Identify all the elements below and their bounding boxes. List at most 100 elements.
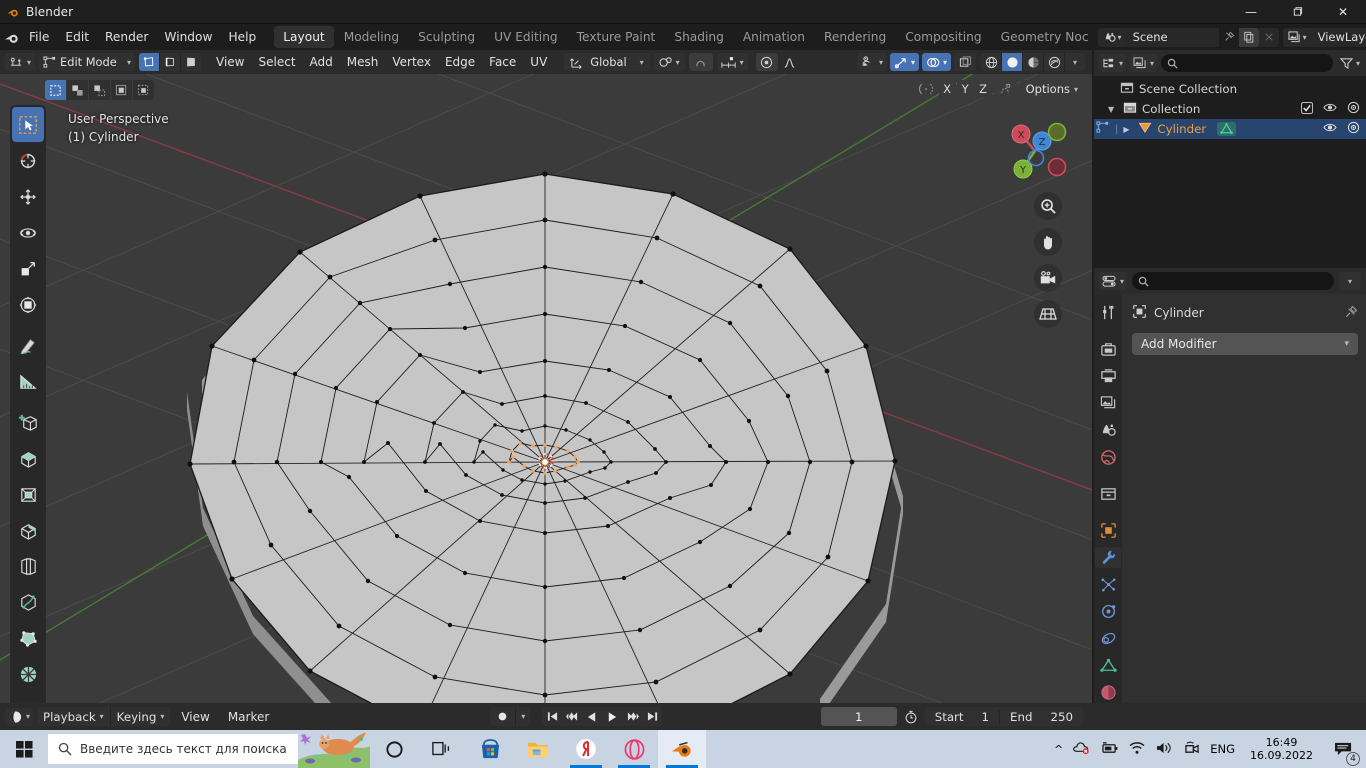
tab-modeling[interactable]: Modeling bbox=[335, 26, 408, 48]
pan-hand-icon[interactable] bbox=[1034, 228, 1062, 256]
wireframe-shading-button[interactable] bbox=[981, 53, 1001, 71]
tab-compositing[interactable]: Compositing bbox=[896, 26, 990, 48]
xray-toggle[interactable] bbox=[954, 53, 976, 71]
wifi-icon[interactable] bbox=[1128, 740, 1146, 759]
cursor-tool[interactable] bbox=[12, 143, 44, 178]
select-intersect-button[interactable] bbox=[133, 80, 154, 100]
knife-tool[interactable] bbox=[12, 585, 44, 620]
material-preview-shading-button[interactable] bbox=[1023, 53, 1043, 71]
ortho-grid-icon[interactable] bbox=[1034, 300, 1062, 328]
scene-icon[interactable]: ▾ bbox=[1097, 27, 1125, 47]
constraints-tab[interactable] bbox=[1095, 628, 1121, 649]
overlays-toggle[interactable]: ▾ bbox=[921, 53, 951, 71]
select-extend-button[interactable] bbox=[67, 80, 88, 100]
symmetry-x-button[interactable]: X bbox=[938, 80, 956, 98]
jump-to-previous-keyframe-button[interactable] bbox=[562, 707, 582, 726]
viewlayer-icon[interactable]: ▾ bbox=[1282, 27, 1310, 47]
snap-magnet-toggle[interactable]: ▾ bbox=[653, 53, 685, 71]
menu-file[interactable]: File bbox=[21, 27, 57, 47]
frame-range-fields[interactable]: Start 1 End 250 bbox=[924, 707, 1083, 726]
shading-point-toggle[interactable] bbox=[755, 53, 778, 71]
end-frame-field[interactable]: End 250 bbox=[999, 709, 1083, 724]
tab-uv-editing[interactable]: UV Editing bbox=[485, 26, 567, 48]
menu-select[interactable]: Select bbox=[252, 53, 303, 71]
editor-type-selector[interactable]: ▾ bbox=[5, 53, 36, 71]
show-hidden-icons-chevron[interactable]: ^ bbox=[1054, 743, 1063, 756]
onedrive-error-icon[interactable] bbox=[1072, 740, 1091, 759]
transform-tool[interactable] bbox=[12, 287, 44, 322]
tab-texture-paint[interactable]: Texture Paint bbox=[568, 26, 665, 48]
scene-name[interactable]: Scene bbox=[1124, 27, 1219, 47]
language-indicator[interactable]: ENG bbox=[1210, 742, 1235, 756]
volume-icon[interactable] bbox=[1155, 740, 1174, 759]
collection-render-camera-icon[interactable] bbox=[1347, 101, 1360, 117]
outliner-search-field[interactable] bbox=[1182, 56, 1328, 70]
vertex-select-mode-button[interactable] bbox=[139, 53, 160, 71]
viewlayer-name[interactable]: ViewLayer bbox=[1309, 27, 1366, 47]
object-render-camera-icon[interactable] bbox=[1347, 121, 1360, 137]
disclosure-triangle-icon[interactable]: ▼ bbox=[1108, 105, 1118, 114]
select-new-button[interactable] bbox=[45, 80, 66, 100]
properties-search-field[interactable] bbox=[1153, 274, 1328, 288]
menu-edit[interactable]: Edit bbox=[57, 27, 97, 47]
bevel-tool[interactable] bbox=[12, 513, 44, 548]
menu-timeline-marker[interactable]: Marker bbox=[221, 708, 276, 726]
collection-checkbox[interactable] bbox=[1300, 101, 1314, 117]
collection-tab[interactable] bbox=[1095, 484, 1121, 505]
inset-faces-tool[interactable] bbox=[12, 477, 44, 512]
menu-keying[interactable]: Keying ▾ bbox=[109, 707, 171, 726]
measure-tool[interactable] bbox=[12, 364, 44, 399]
shading-options-dropdown[interactable]: ▾ bbox=[1065, 53, 1085, 71]
new-scene-button[interactable] bbox=[1238, 27, 1259, 47]
blender-logo-icon[interactable] bbox=[4, 31, 21, 44]
edge-select-mode-button[interactable] bbox=[160, 53, 181, 71]
add-modifier-button[interactable]: Add Modifier ▾ bbox=[1132, 333, 1358, 355]
meeting-camera-icon[interactable] bbox=[1183, 740, 1201, 759]
scale-tool[interactable] bbox=[12, 251, 44, 286]
face-select-mode-button[interactable] bbox=[181, 53, 202, 71]
start-frame-field[interactable]: Start 1 bbox=[925, 710, 999, 724]
opera-icon[interactable] bbox=[610, 730, 658, 768]
transform-orientation-selector[interactable]: Global ▾ bbox=[564, 53, 650, 71]
viewlayer-selector[interactable]: ▾ ViewLayer bbox=[1282, 27, 1366, 47]
rotate-tool[interactable] bbox=[12, 215, 44, 250]
interaction-mode-selector[interactable]: Edit Mode ▾ bbox=[39, 53, 136, 71]
menu-help[interactable]: Help bbox=[220, 27, 264, 47]
symmetry-z-button[interactable]: Z bbox=[974, 80, 992, 98]
mesh-data-icon[interactable] bbox=[1217, 122, 1237, 136]
jump-to-start-button[interactable] bbox=[542, 707, 562, 726]
task-view-icon[interactable] bbox=[418, 730, 466, 768]
navigation-gizmo[interactable]: X Y Z bbox=[1000, 114, 1070, 184]
properties-options-dropdown[interactable]: ▾ bbox=[1339, 272, 1361, 290]
menu-vertex[interactable]: Vertex bbox=[385, 53, 438, 71]
data-tab[interactable] bbox=[1095, 655, 1121, 676]
taskbar-clock[interactable]: 16:49 16.09.2022 bbox=[1250, 736, 1313, 762]
tab-layout[interactable]: Layout bbox=[274, 26, 334, 48]
breadcrumb-object-name[interactable]: Cylinder bbox=[1154, 306, 1204, 320]
object-hide-eye-icon[interactable] bbox=[1323, 122, 1337, 136]
tab-shading[interactable]: Shading bbox=[665, 26, 733, 48]
particles-tab[interactable] bbox=[1095, 574, 1121, 595]
tab-rendering[interactable]: Rendering bbox=[815, 26, 895, 48]
shading-curve-toggle[interactable] bbox=[778, 53, 801, 71]
outliner-filter-button[interactable]: ▾ bbox=[1337, 54, 1363, 72]
jump-to-end-button[interactable] bbox=[642, 707, 662, 726]
auto-keying-options[interactable]: ▾ bbox=[515, 707, 530, 726]
menu-window[interactable]: Window bbox=[156, 27, 220, 47]
menu-edge[interactable]: Edge bbox=[438, 53, 482, 71]
timeline-editor-type-selector[interactable]: ▾ bbox=[5, 707, 34, 726]
notification-center-button[interactable]: 4 bbox=[1328, 730, 1360, 768]
tab-animation[interactable]: Animation bbox=[734, 26, 814, 48]
yandex-browser-icon[interactable] bbox=[562, 730, 610, 768]
material-tab[interactable] bbox=[1095, 682, 1121, 703]
object-tab[interactable] bbox=[1095, 520, 1121, 541]
outliner-editor-type-selector[interactable]: ▾ bbox=[1099, 54, 1127, 72]
proportional-editing-group[interactable] bbox=[688, 53, 713, 71]
properties-editor-type-selector[interactable]: ▾ bbox=[1099, 272, 1128, 290]
scene-tab[interactable] bbox=[1095, 420, 1121, 441]
topology-mirror-button[interactable] bbox=[994, 80, 1017, 98]
pin-id-icon[interactable] bbox=[1344, 305, 1358, 322]
menu-timeline-view[interactable]: View bbox=[174, 708, 216, 726]
maximize-button[interactable] bbox=[1274, 0, 1320, 24]
add-cube-tool[interactable] bbox=[12, 405, 44, 440]
